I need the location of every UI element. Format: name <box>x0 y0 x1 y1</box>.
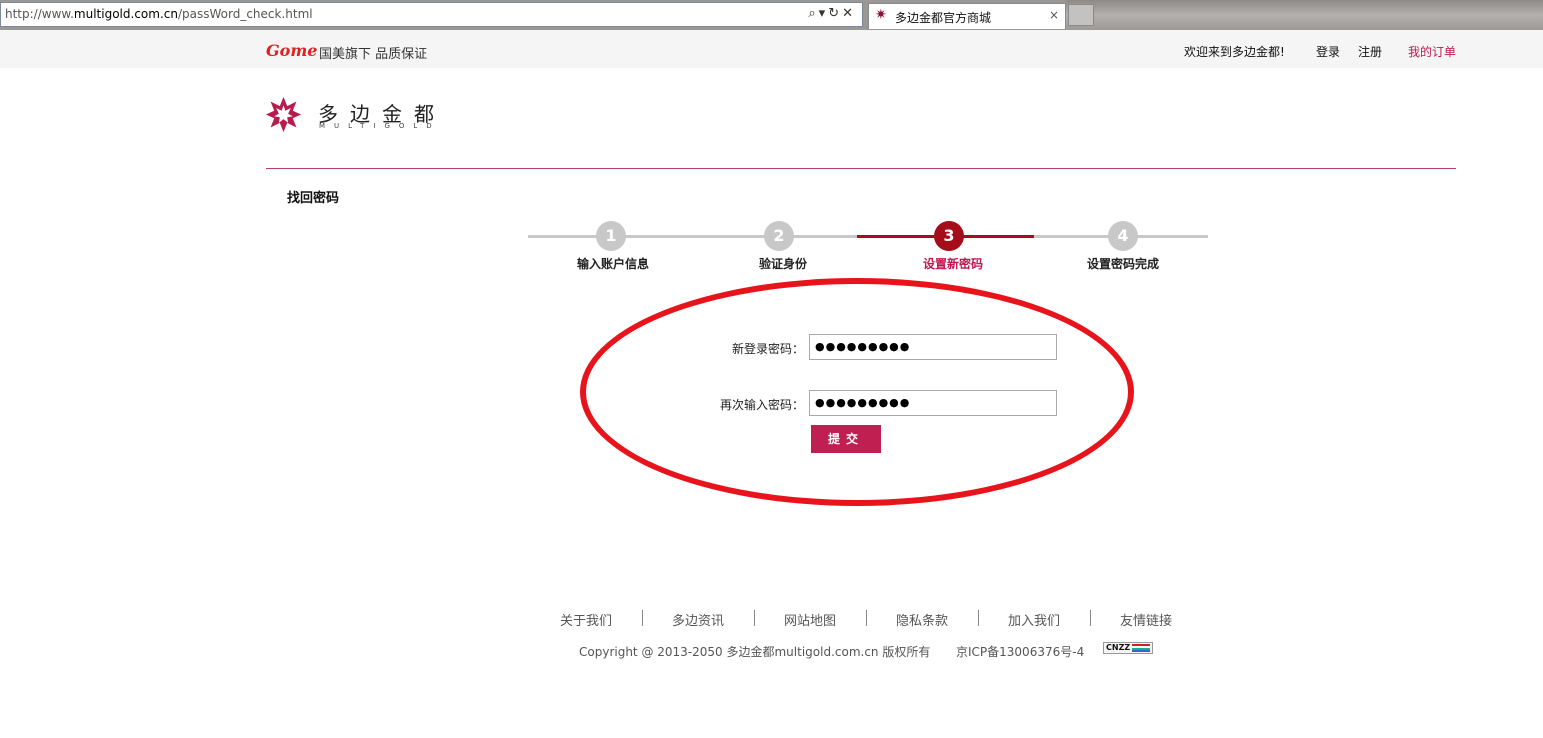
address-bar-icons[interactable]: ⌕▾↻✕ <box>808 6 856 21</box>
footer-link-about[interactable]: 关于我们 <box>560 610 612 629</box>
url-path: /passWord_check.html <box>177 7 313 21</box>
confirm-password-field[interactable]: ●●●●●●●●● <box>809 390 1057 416</box>
footer-link-join[interactable]: 加入我们 <box>1008 610 1060 629</box>
footer-link-friends[interactable]: 友情链接 <box>1120 610 1172 629</box>
confirm-password-label: 再次输入密码： <box>719 398 804 412</box>
step-2-label: 验证身份 <box>758 257 807 271</box>
step-4-label: 设置密码完成 <box>1086 257 1159 271</box>
footer-divider <box>866 610 867 626</box>
welcome-text: 欢迎来到多边金都! <box>1184 45 1285 59</box>
brand-name-en: MULTIGOLD <box>319 122 441 130</box>
new-password-field[interactable]: ●●●●●●●●● <box>809 334 1057 360</box>
step-2-circle: 2 <box>764 221 794 251</box>
step-1-circle: 1 <box>596 221 626 251</box>
address-url[interactable]: http://www.multigold.com.cn/passWord_che… <box>5 7 313 21</box>
step-3-label: 设置新密码 <box>922 257 983 271</box>
cnzz-badge[interactable]: CNZZ <box>1103 642 1153 654</box>
browser-chrome-background <box>1066 0 1543 30</box>
footer-divider <box>1090 610 1091 626</box>
new-password-label: 新登录密码： <box>731 342 804 356</box>
footer-link-sitemap[interactable]: 网站地图 <box>784 610 836 629</box>
step-4-circle: 4 <box>1108 221 1138 251</box>
multigold-star-icon[interactable] <box>265 96 302 133</box>
step-3-circle: 3 <box>934 221 964 251</box>
login-link[interactable]: 登录 <box>1316 43 1340 60</box>
slogan: 国美旗下 品质保证 <box>319 47 428 62</box>
url-domain: multigold.com.cn <box>73 7 178 21</box>
browser-tab[interactable]: ✷ 多边金都官方商城 × <box>868 3 1066 29</box>
step-1-label: 输入账户信息 <box>576 257 649 271</box>
footer-divider <box>642 610 643 626</box>
page-title: 找回密码 <box>287 191 340 206</box>
icp-license[interactable]: 京ICP备13006376号-4 <box>956 643 1084 660</box>
address-bar[interactable]: http://www.multigold.com.cn/passWord_che… <box>0 2 863 27</box>
cnzz-badge-text: CNZZ <box>1106 643 1131 652</box>
gome-logo[interactable]: Gome <box>266 41 317 60</box>
footer-divider <box>754 610 755 626</box>
top-strip <box>0 30 1543 68</box>
copyright-text: Copyright @ 2013-2050 多边金都multigold.com.… <box>579 645 931 659</box>
footer-link-privacy[interactable]: 隐私条款 <box>896 610 948 629</box>
favicon-star-icon: ✷ <box>875 7 887 23</box>
footer-divider <box>978 610 979 626</box>
url-prefix: http://www. <box>5 7 74 21</box>
my-orders-link[interactable]: 我的订单 <box>1408 43 1456 60</box>
tab-close-icon[interactable]: × <box>1049 8 1059 22</box>
footer-link-news[interactable]: 多边资讯 <box>672 610 724 629</box>
cnzz-flag-icon <box>1132 644 1150 652</box>
header-divider <box>266 168 1456 169</box>
submit-button[interactable]: 提交 <box>811 425 881 453</box>
tab-title: 多边金都官方商城 <box>895 11 992 25</box>
register-link[interactable]: 注册 <box>1358 43 1382 60</box>
new-tab-button[interactable] <box>1068 4 1094 26</box>
step-line-completed <box>528 235 857 238</box>
